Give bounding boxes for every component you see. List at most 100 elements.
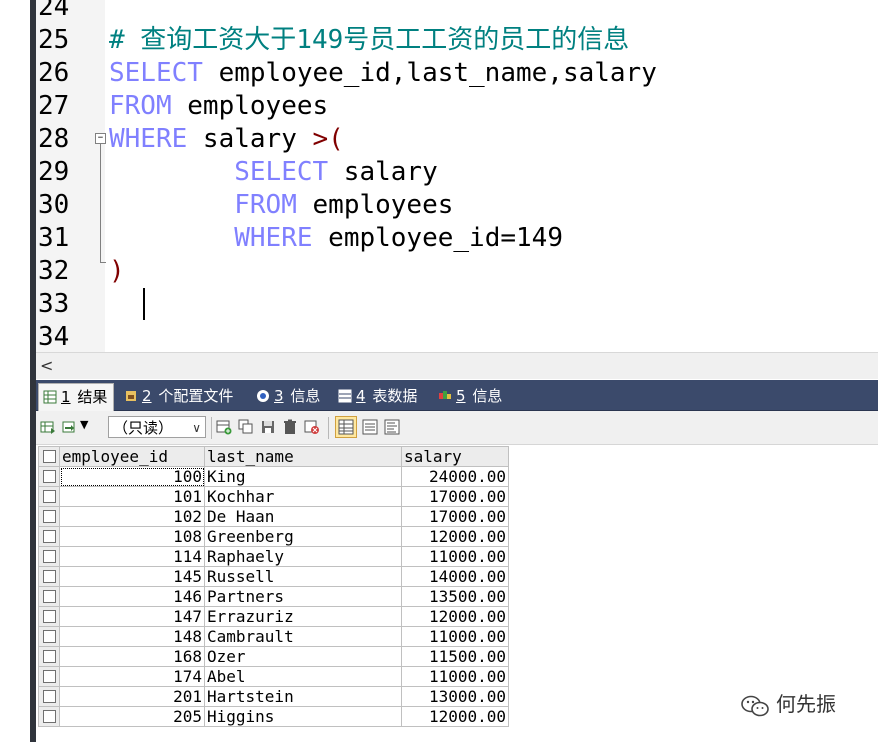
cell-employee-id[interactable]: 145: [59, 566, 205, 587]
export-grid-icon[interactable]: [40, 419, 56, 435]
select-all-checkbox[interactable]: [42, 450, 56, 463]
cell-last-name[interactable]: Cambrault: [204, 626, 402, 647]
row-checkbox[interactable]: [42, 630, 56, 643]
table-row[interactable]: 174 Abel 11000.00: [38, 666, 509, 687]
tab-info[interactable]: 3 信息: [252, 383, 326, 410]
dropdown-arrow-icon[interactable]: ▼: [80, 418, 88, 431]
row-checkbox[interactable]: [42, 590, 56, 603]
cell-employee-id[interactable]: 101: [59, 486, 205, 507]
tab-table-data[interactable]: 4 表数据: [334, 383, 423, 410]
cell-salary[interactable]: 12000.00: [401, 526, 509, 547]
row-checkbox-cell[interactable]: [38, 646, 60, 667]
grid-view-button[interactable]: [335, 416, 357, 438]
row-checkbox-cell[interactable]: [38, 586, 60, 607]
sql-editor[interactable]: 24 25 # 查询工资大于149号员工工资的员工的信息 26 SELECT emplo…: [36, 0, 878, 352]
cell-employee-id[interactable]: 148: [59, 626, 205, 647]
cell-employee-id[interactable]: 146: [59, 586, 205, 607]
cell-salary[interactable]: 12000.00: [401, 606, 509, 627]
table-row[interactable]: 102 De Haan 17000.00: [38, 506, 509, 527]
row-checkbox[interactable]: [42, 710, 56, 723]
row-checkbox[interactable]: [42, 490, 56, 503]
code-line[interactable]: 29 SELECT salary: [36, 156, 878, 189]
code-line[interactable]: 24: [36, 0, 878, 24]
cell-salary[interactable]: 13500.00: [401, 586, 509, 607]
cell-salary[interactable]: 17000.00: [401, 486, 509, 507]
table-row[interactable]: 148 Cambrault 11000.00: [38, 626, 509, 647]
row-checkbox-cell[interactable]: [38, 526, 60, 547]
cell-salary[interactable]: 12000.00: [401, 706, 509, 727]
column-header-salary[interactable]: salary: [401, 446, 509, 467]
cell-last-name[interactable]: King: [204, 466, 402, 487]
table-row[interactable]: 145 Russell 14000.00: [38, 566, 509, 587]
table-row[interactable]: 201 Hartstein 13000.00: [38, 686, 509, 707]
row-checkbox[interactable]: [42, 470, 56, 483]
cell-salary[interactable]: 11000.00: [401, 666, 509, 687]
cell-last-name[interactable]: Russell: [204, 566, 402, 587]
row-checkbox[interactable]: [42, 690, 56, 703]
code-line[interactable]: 26 SELECT employee_id,last_name,salary: [36, 57, 878, 90]
row-checkbox[interactable]: [42, 650, 56, 663]
cell-salary[interactable]: 14000.00: [401, 566, 509, 587]
code-line[interactable]: 31 WHERE employee_id=149: [36, 222, 878, 255]
cell-employee-id[interactable]: 201: [59, 686, 205, 707]
scroll-left-icon[interactable]: <: [40, 356, 53, 375]
editor-horizontal-scrollbar[interactable]: <: [36, 352, 878, 379]
cell-last-name[interactable]: Higgins: [204, 706, 402, 727]
row-checkbox-cell[interactable]: [38, 606, 60, 627]
cell-salary[interactable]: 11000.00: [401, 546, 509, 567]
cell-salary[interactable]: 13000.00: [401, 686, 509, 707]
row-checkbox-cell[interactable]: [38, 486, 60, 507]
row-checkbox-cell[interactable]: [38, 546, 60, 567]
column-header-last-name[interactable]: last_name: [204, 446, 402, 467]
cell-employee-id[interactable]: 114: [59, 546, 205, 567]
code-line[interactable]: 27 FROM employees: [36, 90, 878, 123]
row-checkbox[interactable]: [42, 530, 56, 543]
row-checkbox[interactable]: [42, 670, 56, 683]
cell-employee-id[interactable]: 174: [59, 666, 205, 687]
row-checkbox-cell[interactable]: [38, 566, 60, 587]
row-checkbox-cell[interactable]: [38, 686, 60, 707]
cell-last-name[interactable]: Hartstein: [204, 686, 402, 707]
duplicate-row-icon[interactable]: [238, 419, 254, 435]
column-header-employee-id[interactable]: employee_id: [59, 446, 205, 467]
cell-employee-id[interactable]: 168: [59, 646, 205, 667]
cell-salary[interactable]: 24000.00: [401, 466, 509, 487]
tab-results[interactable]: 1 结果: [38, 383, 115, 411]
cell-employee-id[interactable]: 102: [59, 506, 205, 527]
row-checkbox-cell[interactable]: [38, 466, 60, 487]
table-row[interactable]: 205 Higgins 12000.00: [38, 706, 509, 727]
cancel-changes-icon[interactable]: [304, 419, 320, 435]
cell-employee-id[interactable]: 147: [59, 606, 205, 627]
tab-info-2[interactable]: 5 信息: [434, 383, 508, 410]
tab-profiles[interactable]: 2 个配置文件: [120, 383, 239, 410]
cell-employee-id[interactable]: 205: [59, 706, 205, 727]
cell-salary[interactable]: 11000.00: [401, 626, 509, 647]
cell-last-name[interactable]: Raphaely: [204, 546, 402, 567]
row-checkbox[interactable]: [42, 570, 56, 583]
text-view-icon[interactable]: [384, 419, 400, 435]
form-view-icon[interactable]: [362, 419, 378, 435]
table-row[interactable]: 108 Greenberg 12000.00: [38, 526, 509, 547]
select-all-checkbox-cell[interactable]: [38, 446, 60, 467]
cell-salary[interactable]: 11500.00: [401, 646, 509, 667]
row-checkbox[interactable]: [42, 610, 56, 623]
delete-icon[interactable]: [282, 419, 298, 435]
table-row[interactable]: 147 Errazuriz 12000.00: [38, 606, 509, 627]
cell-employee-id[interactable]: 108: [59, 526, 205, 547]
readonly-mode-select[interactable]: （只读） ∨: [108, 416, 206, 438]
cell-last-name[interactable]: Partners: [204, 586, 402, 607]
save-icon[interactable]: [260, 419, 276, 435]
table-row[interactable]: 101 Kochhar 17000.00: [38, 486, 509, 507]
cell-last-name[interactable]: De Haan: [204, 506, 402, 527]
row-checkbox[interactable]: [42, 550, 56, 563]
cell-last-name[interactable]: Ozer: [204, 646, 402, 667]
cell-salary[interactable]: 17000.00: [401, 506, 509, 527]
fold-collapse-icon[interactable]: −: [95, 133, 106, 144]
code-line[interactable]: 25 # 查询工资大于149号员工工资的员工的信息: [36, 24, 878, 57]
code-line[interactable]: 30 FROM employees: [36, 189, 878, 222]
code-line[interactable]: 34: [36, 321, 878, 352]
cell-last-name[interactable]: Kochhar: [204, 486, 402, 507]
code-line[interactable]: 28 WHERE salary >(: [36, 123, 878, 156]
row-checkbox-cell[interactable]: [38, 506, 60, 527]
table-row[interactable]: 100 King 24000.00: [38, 466, 509, 487]
